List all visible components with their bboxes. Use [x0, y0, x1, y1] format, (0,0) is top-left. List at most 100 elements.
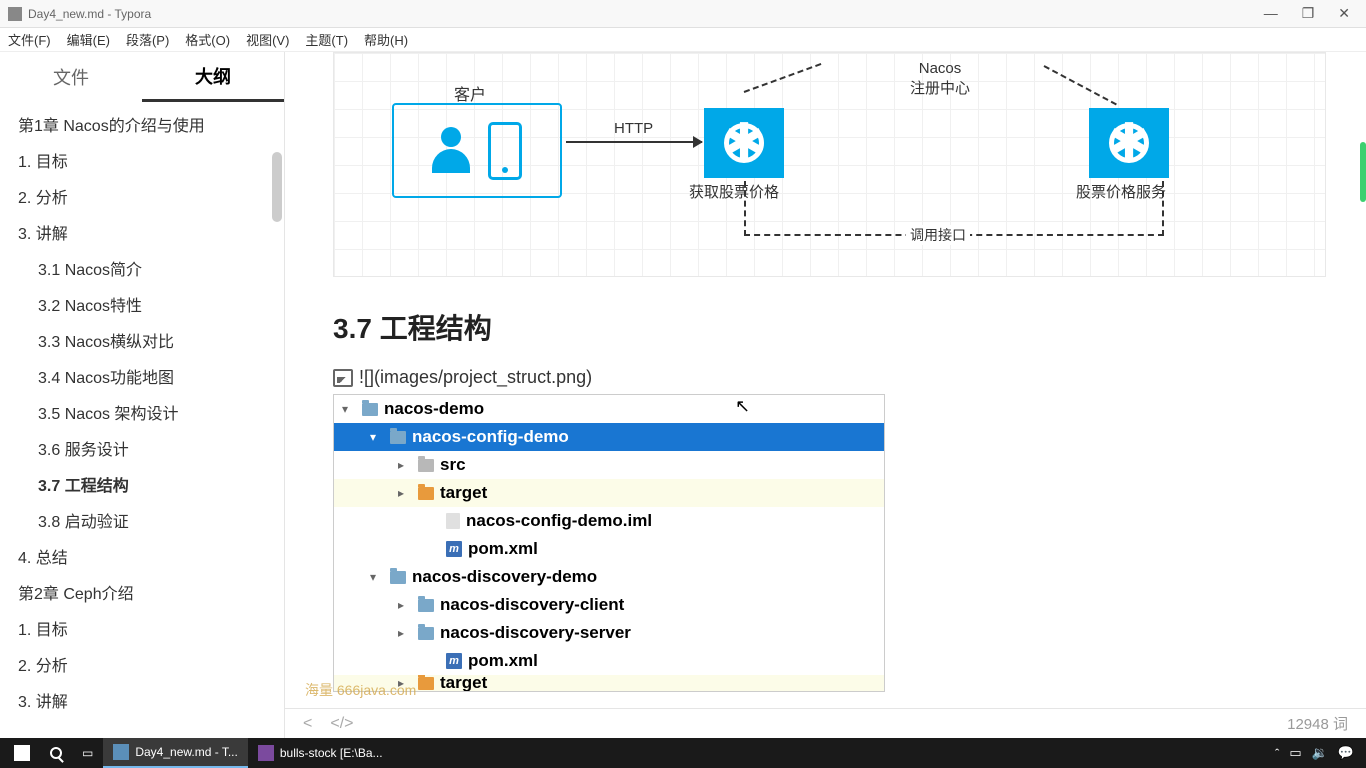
- outline-item[interactable]: 3.2 Nacos特性: [0, 286, 284, 322]
- folder-icon: [418, 599, 434, 612]
- typora-icon: [113, 744, 129, 760]
- sidebar-scrollbar[interactable]: [272, 152, 282, 222]
- diagram-client-box: [392, 103, 562, 198]
- sidebar: 文件 大纲 第1章 Nacos的介绍与使用1. 目标2. 分析3. 讲解3.1 …: [0, 52, 285, 738]
- chevron-icon[interactable]: ▸: [398, 598, 412, 612]
- tree-row[interactable]: ▸target: [334, 675, 884, 691]
- outline-item[interactable]: 3.1 Nacos简介: [0, 250, 284, 286]
- http-arrow: [566, 141, 702, 143]
- diagram-dashed-line-2: [1044, 65, 1117, 105]
- tree-label: nacos-config-demo.iml: [466, 511, 652, 531]
- image-markdown-syntax[interactable]: ![](images/project_struct.png): [333, 367, 1326, 388]
- tree-label: target: [440, 483, 487, 503]
- tree-label: nacos-config-demo: [412, 427, 569, 447]
- mouse-cursor: ↖: [735, 396, 750, 417]
- outline-item[interactable]: 3.7 工程结构: [0, 466, 284, 502]
- search-icon: [50, 747, 62, 759]
- editor-scrollbar-thumb[interactable]: [1360, 142, 1366, 202]
- menu-format[interactable]: 格式(O): [185, 30, 230, 49]
- taskview-icon: ▭: [82, 746, 93, 760]
- chevron-icon[interactable]: ▾: [370, 570, 384, 584]
- outline-item[interactable]: 3.6 服务设计: [0, 430, 284, 466]
- menu-file[interactable]: 文件(F): [8, 30, 51, 49]
- menu-theme[interactable]: 主题(T): [305, 30, 348, 49]
- project-tree: ▾nacos-demo▾nacos-config-demo▸src▸target…: [333, 394, 885, 692]
- tree-row[interactable]: mpom.xml: [334, 535, 884, 563]
- diagram-client-label: 客户: [454, 81, 486, 105]
- service-diagram: 客户 HTTP 获取股票价格 Nacos 注册中心 股票价格服务 调用接口: [333, 52, 1326, 277]
- menubar: 文件(F) 编辑(E) 段落(P) 格式(O) 视图(V) 主题(T) 帮助(H…: [0, 28, 1366, 52]
- task-view-button[interactable]: ▭: [72, 738, 103, 768]
- nav-back[interactable]: <: [303, 715, 312, 733]
- tab-files[interactable]: 文件: [0, 54, 142, 100]
- tree-row[interactable]: ▾nacos-discovery-demo: [334, 563, 884, 591]
- menu-view[interactable]: 视图(V): [246, 30, 289, 49]
- outline-item[interactable]: 3.5 Nacos 架构设计: [0, 394, 284, 430]
- maximize-button[interactable]: ❐: [1302, 5, 1315, 22]
- folder-gray-icon: [418, 459, 434, 472]
- tray-overflow[interactable]: ˆ: [1275, 746, 1279, 761]
- outline-item[interactable]: 第2章 Ceph介绍: [0, 574, 284, 610]
- folder-icon: [362, 403, 378, 416]
- app-icon: [8, 7, 22, 21]
- outline-item[interactable]: 3.8 启动验证: [0, 502, 284, 538]
- taskbar: ▭ Day4_new.md - T... bulls-stock [E:\Ba.…: [0, 738, 1366, 768]
- tray-sound[interactable]: 🔉: [1312, 745, 1328, 761]
- folder-icon: [390, 431, 406, 444]
- minimize-button[interactable]: —: [1264, 5, 1278, 22]
- chevron-icon[interactable]: ▸: [398, 486, 412, 500]
- outline-item[interactable]: 第1章 Nacos的介绍与使用: [0, 106, 284, 142]
- search-button[interactable]: [40, 738, 72, 768]
- outline-item[interactable]: 3.4 Nacos功能地图: [0, 358, 284, 394]
- tree-row[interactable]: ▾ nacos-config-demo: [334, 423, 884, 451]
- intellij-icon: [258, 745, 274, 761]
- menu-help[interactable]: 帮助(H): [364, 30, 408, 49]
- outline-item[interactable]: 4. 总结: [0, 538, 284, 574]
- tree-label: nacos-demo: [384, 399, 484, 419]
- diagram-nacos-label: Nacos 注册中心: [910, 59, 970, 98]
- person-icon: [432, 127, 470, 175]
- tree-row[interactable]: ▸ nacos-discovery-server: [334, 619, 884, 647]
- tree-row[interactable]: ▾ nacos-demo: [334, 395, 884, 423]
- outline-item[interactable]: 2. 分析: [0, 646, 284, 682]
- watermark: 海量 666java.com: [305, 680, 416, 700]
- taskbar-intellij[interactable]: bulls-stock [E:\Ba...: [248, 738, 393, 768]
- tree-row[interactable]: ▸ src: [334, 451, 884, 479]
- outline-item[interactable]: 1. 目标: [0, 142, 284, 178]
- word-count[interactable]: 12948 词: [1287, 713, 1348, 734]
- close-button[interactable]: ✕: [1338, 5, 1350, 22]
- windows-icon: [14, 745, 30, 761]
- editor[interactable]: 客户 HTTP 获取股票价格 Nacos 注册中心 股票价格服务 调用接口 3.…: [285, 52, 1366, 708]
- tab-outline[interactable]: 大纲: [142, 53, 284, 102]
- toggle-source[interactable]: </>: [330, 715, 353, 733]
- tree-row[interactable]: nacos-config-demo.iml: [334, 507, 884, 535]
- outline-item[interactable]: 3. 讲解: [0, 682, 284, 718]
- chevron-icon[interactable]: ▾: [370, 430, 384, 444]
- outline-item[interactable]: 2. 分析: [0, 178, 284, 214]
- tree-label: src: [440, 455, 466, 475]
- menu-paragraph[interactable]: 段落(P): [126, 30, 169, 49]
- chevron-icon[interactable]: ▸: [398, 626, 412, 640]
- outline-item[interactable]: 3.3 Nacos横纵对比: [0, 322, 284, 358]
- taskbar-typora[interactable]: Day4_new.md - T...: [103, 738, 248, 768]
- tree-row[interactable]: ▸ target: [334, 479, 884, 507]
- diagram-service2: [1089, 108, 1169, 178]
- start-button[interactable]: [4, 738, 40, 768]
- chevron-icon[interactable]: ▸: [398, 458, 412, 472]
- tree-row[interactable]: mpom.xml: [334, 647, 884, 675]
- outline-list[interactable]: 第1章 Nacos的介绍与使用1. 目标2. 分析3. 讲解3.1 Nacos简…: [0, 102, 284, 738]
- tree-row[interactable]: ▸nacos-discovery-client: [334, 591, 884, 619]
- chevron-icon[interactable]: ▾: [342, 402, 356, 416]
- folder-orange-icon: [418, 677, 434, 690]
- editor-scrollbar-track[interactable]: [1360, 52, 1366, 738]
- tray-ime[interactable]: ▭: [1289, 745, 1301, 761]
- folder-icon: [418, 627, 434, 640]
- titlebar: Day4_new.md - Typora — ❐ ✕: [0, 0, 1366, 28]
- tray-notifications[interactable]: 💬: [1338, 745, 1354, 761]
- gear-icon: [724, 123, 764, 163]
- http-label: HTTP: [614, 120, 653, 137]
- tree-label: nacos-discovery-server: [440, 623, 631, 643]
- outline-item[interactable]: 1. 目标: [0, 610, 284, 646]
- outline-item[interactable]: 3. 讲解: [0, 214, 284, 250]
- menu-edit[interactable]: 编辑(E): [67, 30, 110, 49]
